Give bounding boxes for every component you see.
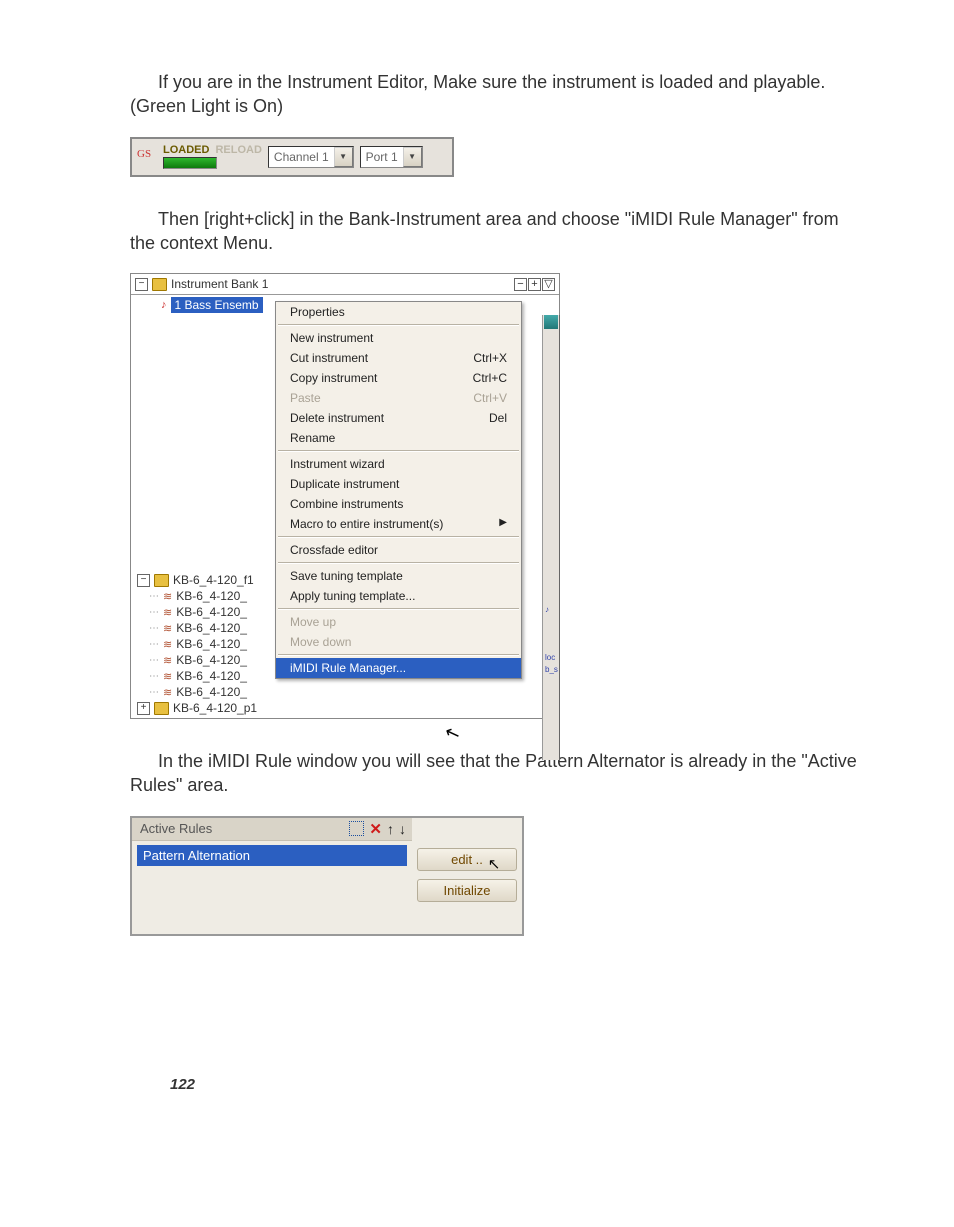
folder-icon (154, 574, 169, 587)
menu-instrument-wizard[interactable]: Instrument wizard (276, 454, 521, 474)
menu-cut-instrument[interactable]: Cut instrumentCtrl+X (276, 348, 521, 368)
paragraph-1: If you are in the Instrument Editor, Mak… (130, 70, 864, 119)
cursor-icon: ↖ (442, 721, 463, 746)
active-rules-title: Active Rules (140, 821, 212, 836)
region-label: KB-6_4-120_ (176, 589, 247, 603)
reload-label[interactable]: RELOAD (215, 144, 261, 156)
scroll-indicator[interactable] (544, 315, 558, 329)
menu-paste: PasteCtrl+V (276, 388, 521, 408)
region-label: KB-6_4-120_ (176, 653, 247, 667)
edit-button[interactable]: edit .. (417, 848, 517, 871)
region-icon: ≋ (163, 686, 172, 699)
menu-combine-instruments[interactable]: Combine instruments (276, 494, 521, 514)
loaded-indicator (163, 157, 217, 169)
menu-separator (278, 536, 519, 538)
context-menu-screenshot: − Instrument Bank 1 − + ▽ ♪ 1 Bass Ensem… (130, 273, 560, 719)
minus-button[interactable]: − (514, 278, 527, 291)
region-icon: ≋ (163, 638, 172, 651)
loaded-label: LOADED (163, 144, 209, 156)
expand-icon[interactable]: + (137, 702, 150, 715)
delete-icon[interactable]: ✕ (369, 820, 382, 838)
region-icon: ≋ (163, 654, 172, 667)
collapse-icon[interactable]: − (137, 574, 150, 587)
menu-separator (278, 562, 519, 564)
folder-icon (152, 278, 167, 291)
menu-separator (278, 608, 519, 610)
menu-properties[interactable]: Properties (276, 302, 521, 322)
rules-list-area (132, 870, 412, 934)
collapse-icon[interactable]: − (135, 278, 148, 291)
cursor-icon: ↖ (488, 855, 501, 873)
selected-instrument-label: 1 Bass Ensemb (171, 297, 263, 313)
rule-item-selected[interactable]: Pattern Alternation (137, 845, 407, 866)
bank-title: Instrument Bank 1 (171, 277, 268, 291)
tree-region[interactable]: ⋯≋KB-6_4-120_ (131, 684, 559, 700)
instrument-icon: ♪ (161, 299, 167, 311)
region-label: KB-6_4-120_ (176, 637, 247, 651)
port-value: Port 1 (361, 150, 403, 164)
menu-separator (278, 324, 519, 326)
plus-button[interactable]: + (528, 278, 541, 291)
menu-apply-tuning[interactable]: Apply tuning template... (276, 586, 521, 606)
active-rules-panel: Active Rules ✕ ↑ ↓ Pattern Alternation e… (130, 816, 524, 936)
gs-label: GS (137, 148, 151, 160)
region-icon: ≋ (163, 670, 172, 683)
region-icon: ≋ (163, 590, 172, 603)
strip-bs: b_s (545, 665, 558, 674)
region-label: KB-6_4-120_ (176, 669, 247, 683)
region-icon: ≋ (163, 622, 172, 635)
menu-move-down: Move down (276, 632, 521, 652)
region-label: KB-6_4-120_ (176, 685, 247, 699)
menu-delete-instrument[interactable]: Delete instrumentDel (276, 408, 521, 428)
menu-rename[interactable]: Rename (276, 428, 521, 448)
arrow-up-icon[interactable]: ↑ (387, 821, 394, 837)
region-icon: ≋ (163, 606, 172, 619)
channel-value: Channel 1 (269, 150, 334, 164)
region-label: KB-6_4-120_ (176, 621, 247, 635)
menu-copy-instrument[interactable]: Copy instrumentCtrl+C (276, 368, 521, 388)
menu-imidi-rule-manager[interactable]: iMIDI Rule Manager... (276, 658, 521, 678)
tree-side-strip: ♪ loc b_s (542, 315, 560, 760)
strip-loc: loc (545, 653, 555, 662)
paragraph-3: In the iMIDI Rule window you will see th… (130, 749, 864, 798)
expand-down-button[interactable]: ▽ (542, 278, 555, 291)
duplicate-icon[interactable] (349, 821, 364, 836)
menu-new-instrument[interactable]: New instrument (276, 328, 521, 348)
channel-combo[interactable]: Channel 1 ▼ (268, 146, 354, 168)
context-menu: Properties New instrument Cut instrument… (275, 301, 522, 679)
region-label: KB-6_4-120_ (176, 605, 247, 619)
arrow-down-icon[interactable]: ↓ (399, 821, 406, 837)
menu-save-tuning[interactable]: Save tuning template (276, 566, 521, 586)
group-label: KB-6_4-120_f1 (173, 573, 254, 587)
page-number: 122 (130, 1076, 864, 1093)
menu-separator (278, 450, 519, 452)
menu-macro[interactable]: Macro to entire instrument(s)▶ (276, 514, 521, 534)
menu-move-up: Move up (276, 612, 521, 632)
submenu-arrow-icon: ▶ (499, 517, 507, 531)
menu-separator (278, 654, 519, 656)
port-combo[interactable]: Port 1 ▼ (360, 146, 423, 168)
strip-mark: ♪ (545, 605, 549, 614)
gs-icon: GS (137, 146, 157, 168)
menu-crossfade-editor[interactable]: Crossfade editor (276, 540, 521, 560)
tree-group-2[interactable]: + KB-6_4-120_p1 (131, 700, 559, 716)
paragraph-2: Then [right+click] in the Bank-Instrumen… (130, 207, 864, 256)
menu-duplicate-instrument[interactable]: Duplicate instrument (276, 474, 521, 494)
group2-label: KB-6_4-120_p1 (173, 701, 257, 715)
initialize-button[interactable]: Initialize (417, 879, 517, 902)
folder-icon (154, 702, 169, 715)
chevron-down-icon[interactable]: ▼ (403, 147, 422, 167)
toolbar-loaded-strip: GS LOADED RELOAD Channel 1 ▼ Port 1 ▼ (130, 137, 454, 177)
selected-instrument-row[interactable]: ♪ 1 Bass Ensemb (161, 297, 263, 313)
chevron-down-icon[interactable]: ▼ (334, 147, 353, 167)
